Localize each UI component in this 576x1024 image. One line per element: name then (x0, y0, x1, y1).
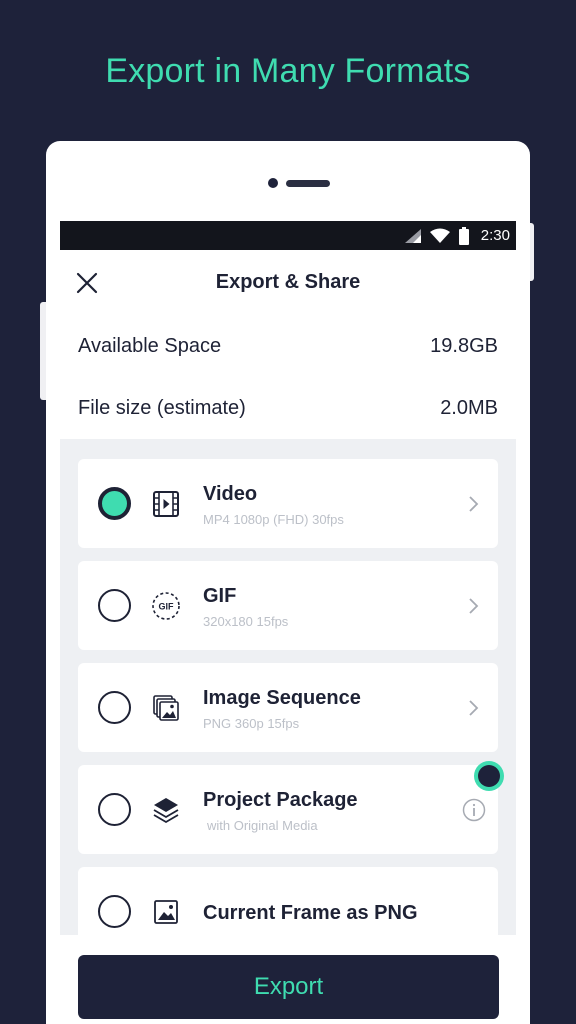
option-project-package[interactable]: Project Package with Original Media (78, 761, 504, 854)
wifi-icon (429, 228, 450, 243)
status-time: 2:30 (480, 227, 510, 244)
export-options-list: Video MP4 1080p (FHD) 30fps GIF GIF 320x… (60, 439, 516, 956)
available-space-value: 19.8GB (430, 334, 498, 357)
phone-speaker (286, 180, 330, 187)
promo-headline: Export in Many Formats (105, 52, 471, 90)
option-subtitle: PNG 360p 15fps (203, 716, 300, 731)
radio-image-sequence[interactable] (98, 691, 131, 724)
phone-side-button-right (530, 223, 534, 281)
loading-badge-icon (474, 761, 504, 791)
option-subtitle: MP4 1080p (FHD) 30fps (203, 512, 344, 527)
film-icon (153, 490, 179, 517)
page-title: Export & Share (215, 271, 361, 293)
status-bar: 2:30 (60, 221, 516, 250)
option-video[interactable]: Video MP4 1080p (FHD) 30fps (78, 459, 498, 548)
gif-icon-text: GIF (159, 601, 175, 611)
available-space-row: Available Space 19.8GB (60, 315, 516, 377)
option-title: Image Sequence (203, 687, 361, 709)
chevron-right-icon (469, 699, 479, 716)
image-icon (154, 899, 178, 924)
option-title: GIF (203, 585, 237, 607)
chevron-right-icon (469, 495, 479, 512)
option-title: Current Frame as PNG (203, 902, 418, 924)
radio-video[interactable] (98, 487, 131, 520)
option-subtitle: 320x180 15fps (203, 614, 289, 629)
footer-bar: Export (60, 935, 516, 1024)
available-space-label: Available Space (78, 334, 222, 357)
file-size-label: File size (estimate) (78, 396, 246, 419)
info-icon[interactable] (462, 798, 486, 822)
phone-camera (268, 178, 278, 188)
option-subtitle: with Original Media (207, 818, 318, 833)
radio-current-frame[interactable] (98, 895, 131, 928)
file-size-value: 2.0MB (440, 396, 498, 419)
radio-project-package[interactable] (98, 793, 131, 826)
option-image-sequence[interactable]: Image Sequence PNG 360p 15fps (78, 663, 498, 752)
battery-icon (458, 226, 469, 245)
option-gif[interactable]: GIF GIF 320x180 15fps (78, 561, 498, 650)
signal-icon (404, 228, 421, 243)
option-title: Video (203, 483, 258, 505)
file-size-row: File size (estimate) 2.0MB (60, 377, 516, 439)
option-title: Project Package (203, 789, 358, 811)
close-icon[interactable] (74, 270, 100, 296)
app-header: Export & Share (60, 250, 516, 315)
app-screen: 2:30 Export & Share Available Space 19.8… (60, 221, 516, 1024)
chevron-right-icon (469, 597, 479, 614)
export-button[interactable]: Export (78, 955, 499, 1019)
gif-icon: GIF (152, 591, 180, 620)
image-stack-icon (153, 694, 179, 721)
radio-gif[interactable] (98, 589, 131, 622)
layers-icon (153, 797, 179, 823)
